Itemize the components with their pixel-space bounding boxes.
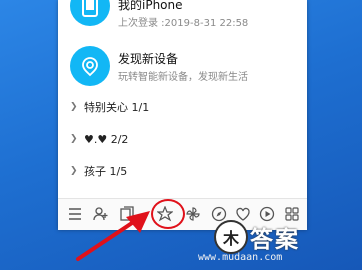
- device-subtitle: 上次登录 :2019-8-31 22:58: [118, 18, 249, 29]
- watermark-logo: 木: [214, 220, 248, 254]
- menu-icon[interactable]: [66, 205, 84, 223]
- chevron-right-icon: ❯: [70, 134, 78, 144]
- device-item-iphone[interactable]: 我的iPhone 上次登录 :2019-8-31 22:58: [58, 0, 307, 36]
- device-item-discover[interactable]: 发现新设备 玩转智能新设备，发现新生活: [58, 40, 307, 90]
- group-children[interactable]: ❯ 孩子 1/5: [58, 156, 307, 186]
- chevron-right-icon: ❯: [70, 102, 78, 112]
- qq-contacts-panel: 我的iPhone 上次登录 :2019-8-31 22:58 发现新设备 玩转智…: [58, 0, 307, 230]
- group-hearts[interactable]: ❯ ♥.♥ 2/2: [58, 124, 307, 154]
- phone-icon: [70, 0, 110, 26]
- discover-device-icon: [70, 46, 110, 86]
- group-special-care[interactable]: ❯ 特别关心 1/1: [58, 92, 307, 122]
- group-label: 特别关心 1/1: [84, 101, 150, 114]
- chevron-right-icon: ❯: [70, 166, 78, 176]
- device-title: 我的iPhone: [118, 0, 183, 12]
- qzone-star-icon[interactable]: [156, 205, 174, 223]
- watermark: 木 答案 www.mudaan.com: [198, 218, 358, 266]
- file-icon[interactable]: [118, 205, 136, 223]
- group-label: 孩子 1/5: [84, 165, 128, 178]
- watermark-url: www.mudaan.com: [198, 252, 283, 263]
- add-friend-icon[interactable]: [92, 205, 110, 223]
- group-label: ♥.♥ 2/2: [84, 132, 129, 146]
- device-subtitle: 玩转智能新设备，发现新生活: [118, 72, 248, 83]
- watermark-brand: 答案: [250, 227, 300, 253]
- device-title: 发现新设备: [118, 52, 179, 66]
